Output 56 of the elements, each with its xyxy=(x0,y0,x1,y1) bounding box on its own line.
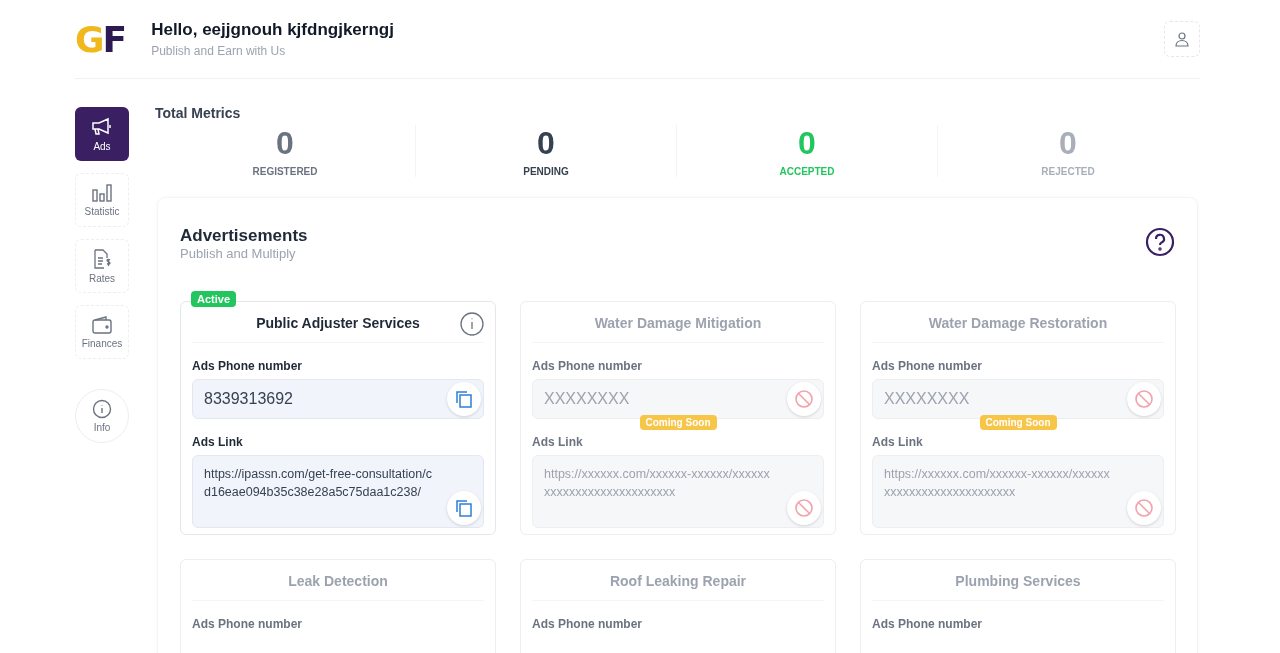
field-label: Ads Phone number xyxy=(872,359,983,373)
info-button[interactable]: Info xyxy=(75,389,129,443)
phone-field[interactable]: 8339313692 xyxy=(192,379,484,419)
wallet-icon xyxy=(92,315,112,334)
metric-label: REGISTERED xyxy=(251,166,319,177)
coming-soon-badge: Coming Soon xyxy=(639,415,717,430)
copy-button[interactable] xyxy=(447,491,481,525)
card-title: Plumbing Services xyxy=(955,573,1081,589)
section-subtitle: Publish and Multiply xyxy=(180,246,297,261)
sidebar-item[interactable]: Finances xyxy=(75,305,129,359)
field-label: Ads Link xyxy=(532,435,584,449)
field-label: Ads Phone number xyxy=(872,617,983,631)
copy-icon xyxy=(455,390,473,408)
card-title: Roof Leaking Repair xyxy=(609,573,747,589)
metric-label: REJECTED xyxy=(1040,166,1096,177)
prohibited-icon xyxy=(1134,498,1154,518)
metric-value: 0 xyxy=(1058,125,1078,162)
copy-button[interactable] xyxy=(447,382,481,416)
metric-label: ACCEPTED xyxy=(778,166,836,177)
metric-value: 0 xyxy=(797,125,817,162)
question-mark-icon xyxy=(1145,227,1175,257)
sidebar-item[interactable]: Rates xyxy=(75,239,129,293)
greeting: Hello, eejjgnouh kjfdngjkerngj xyxy=(151,20,395,40)
prohibited-icon xyxy=(794,389,814,409)
document-dollar-icon xyxy=(92,248,112,269)
field-label: Ads Phone number xyxy=(532,359,643,373)
status-badge: Active xyxy=(191,291,237,307)
coming-soon-badge: Coming Soon xyxy=(979,415,1057,430)
megaphone-icon xyxy=(91,116,113,137)
info-icon xyxy=(92,399,112,419)
metrics-title: Total Metrics xyxy=(155,105,242,121)
prohibited-icon xyxy=(794,498,814,518)
prohibited-icon xyxy=(1134,389,1154,409)
logo: GF xyxy=(75,18,126,60)
card-title: Public Adjuster Services xyxy=(256,315,420,331)
profile-button[interactable] xyxy=(1164,21,1200,57)
field-label: Ads Link xyxy=(872,435,924,449)
bar-chart-icon xyxy=(92,183,112,202)
user-icon xyxy=(1174,31,1190,47)
metric-value: 0 xyxy=(275,125,295,162)
sidebar-item[interactable]: Ads xyxy=(75,107,129,161)
field-label: Ads Phone number xyxy=(192,359,303,373)
card-title: Leak Detection xyxy=(288,573,388,589)
copy-icon xyxy=(455,499,473,517)
card-title: Water Damage Restoration xyxy=(928,315,1108,331)
metric-label: PENDING xyxy=(522,166,570,177)
section-title: Advertisements xyxy=(180,226,308,246)
info-icon[interactable] xyxy=(460,312,484,336)
card-title: Water Damage Mitigation xyxy=(594,315,762,331)
sidebar-item[interactable]: Statistic xyxy=(75,173,129,227)
greeting-subtitle: Publish and Earn with Us xyxy=(151,44,287,58)
link-field[interactable]: https://ipassn.com/get-free-consultation/cd16eae094b35c38e28a5c75daa1c238/ xyxy=(192,455,484,528)
field-label: Ads Link xyxy=(192,435,244,449)
metric-value: 0 xyxy=(536,125,556,162)
field-label: Ads Phone number xyxy=(192,617,303,631)
field-label: Ads Phone number xyxy=(532,617,643,631)
